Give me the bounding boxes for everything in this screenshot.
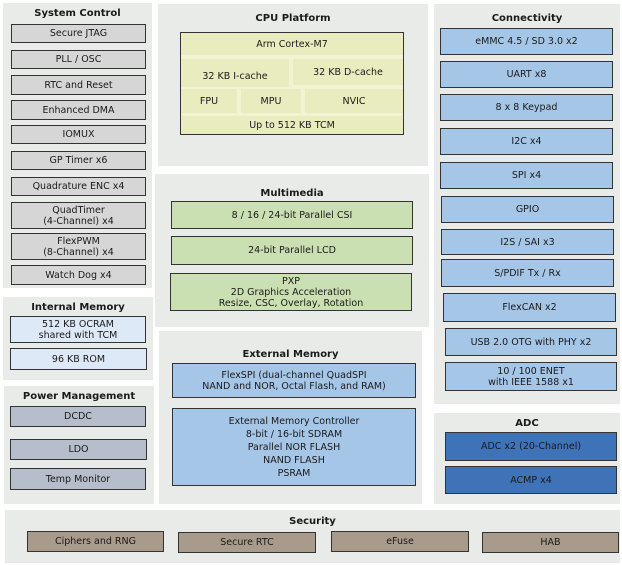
acmp-block: ACMP x4 [445, 466, 617, 494]
enhanced-dma-block: Enhanced DMA [11, 100, 146, 120]
internal-memory-title: Internal Memory [31, 302, 125, 313]
iomux-block: IOMUX [11, 125, 146, 144]
usb-otg-block: USB 2.0 OTG with PHY x2 [445, 328, 617, 356]
enet-block: 10 / 100 ENET with IEEE 1588 x1 [445, 362, 617, 391]
ciphers-rng-block: Ciphers and RNG [27, 531, 164, 552]
icache: 32 KB I-cache [181, 59, 289, 87]
flexspi-block: FlexSPI (dual-channel QuadSPI NAND and N… [172, 363, 416, 398]
secure-jtag-block: Secure JTAG [11, 24, 146, 43]
fpu: FPU [181, 89, 237, 113]
parallel-lcd-block: 24-bit Parallel LCD [171, 236, 413, 265]
pll-osc-block: PLL / OSC [11, 50, 146, 69]
efuse-block: eFuse [331, 531, 469, 552]
dcdc-block: DCDC [10, 406, 146, 427]
ldo-block: LDO [10, 439, 147, 460]
external-memory-controller-block: External Memory Controller 8-bit / 16-bi… [172, 408, 416, 486]
spi-block: SPI x4 [440, 162, 613, 189]
rom-block: 96 KB ROM [10, 348, 147, 370]
connectivity-title: Connectivity [491, 13, 563, 24]
system-control-title: System Control [34, 8, 121, 19]
rtc-reset-block: RTC and Reset [11, 75, 146, 95]
quadrature-enc-block: Quadrature ENC x4 [11, 177, 146, 196]
secure-rtc-block: Secure RTC [178, 532, 316, 553]
mpu: MPU [241, 89, 301, 113]
i2s-sai-block: I2S / SAI x3 [441, 229, 614, 255]
gpio-block: GPIO [441, 196, 614, 223]
flexcan-block: FlexCAN x2 [443, 293, 616, 322]
adc-block: ADC x2 (20-Channel) [445, 432, 617, 461]
keypad-block: 8 x 8 Keypad [440, 94, 613, 121]
multimedia-title: Multimedia [260, 188, 324, 199]
external-memory-title: External Memory [242, 349, 339, 360]
spdif-block: S/PDIF Tx / Rx [441, 259, 614, 287]
cpu-platform-title: CPU Platform [255, 13, 331, 24]
hab-block: HAB [482, 532, 619, 553]
temp-monitor-block: Temp Monitor [10, 468, 146, 490]
arm-cortex-m7: Arm Cortex-M7 [181, 33, 403, 55]
gp-timer-block: GP Timer x6 [11, 151, 146, 170]
parallel-csi-block: 8 / 16 / 24-bit Parallel CSI [171, 201, 413, 229]
tcm: Up to 512 KB TCM [181, 116, 403, 134]
uart-block: UART x8 [440, 61, 613, 88]
i2c-block: I2C x4 [440, 128, 613, 155]
adc-title: ADC [515, 418, 539, 429]
security-title: Security [289, 516, 336, 527]
watchdog-block: Watch Dog x4 [11, 265, 146, 285]
pxp-block: PXP 2D Graphics Acceleration Resize, CSC… [170, 273, 412, 311]
cpu-core-block: Arm Cortex-M7 32 KB I-cache 32 KB D-cach… [180, 32, 404, 135]
flexpwm-block: FlexPWM (8-Channel) x4 [11, 233, 146, 260]
quadtimer-block: QuadTimer (4-Channel) x4 [11, 202, 146, 229]
dcache: 32 KB D-cache [293, 59, 403, 85]
power-management-title: Power Management [22, 391, 136, 402]
emmc-sd-block: eMMC 4.5 / SD 3.0 x2 [440, 28, 613, 55]
ocram-block: 512 KB OCRAM shared with TCM [10, 316, 146, 343]
nvic: NVIC [305, 89, 403, 113]
